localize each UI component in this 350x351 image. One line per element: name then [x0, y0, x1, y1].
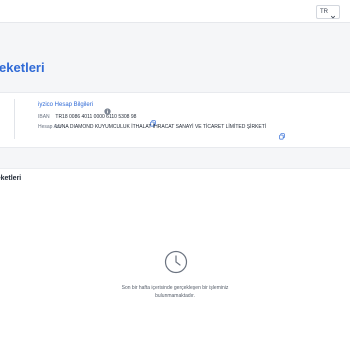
clock-icon: [164, 250, 188, 274]
copy-icon[interactable]: [279, 127, 285, 140]
iban-row: IBAN TR18 0086 4011 0000 6110 5308 98: [38, 114, 136, 120]
account-info-panel: iyzico Hesap Bilgileri IBAN TR18 0086 40…: [0, 92, 350, 148]
top-bar: TR: [0, 0, 350, 23]
empty-state-message: Son bir hafta içerisinde gerçekleşen bir…: [121, 285, 229, 299]
info-icon[interactable]: [104, 102, 111, 115]
divider: [14, 99, 15, 139]
transactions-panel: reketleri Son bir hafta içerisinde gerçe…: [0, 168, 350, 351]
account-holder-row: Hesap Adı LUNA DIAMOND KUYUMCULUK İTHALA…: [38, 124, 277, 131]
copy-icon[interactable]: [150, 114, 156, 127]
holder-value: LUNA DIAMOND KUYUMCULUK İTHALAT İHRACAT …: [55, 124, 267, 130]
language-label: TR: [320, 9, 328, 15]
iban-value: TR18 0086 4011 0000 6110 5308 98: [55, 114, 137, 120]
iban-label: IBAN: [38, 114, 50, 120]
account-info-title: iyzico Hesap Bilgileri: [38, 102, 94, 108]
title-bar: [0, 40, 350, 92]
page-title: reketleri: [0, 60, 45, 75]
chevron-down-icon: [328, 11, 338, 23]
holder-label: Hesap Adı: [38, 124, 62, 130]
language-selector[interactable]: TR: [316, 5, 340, 19]
transactions-title: reketleri: [0, 175, 22, 182]
